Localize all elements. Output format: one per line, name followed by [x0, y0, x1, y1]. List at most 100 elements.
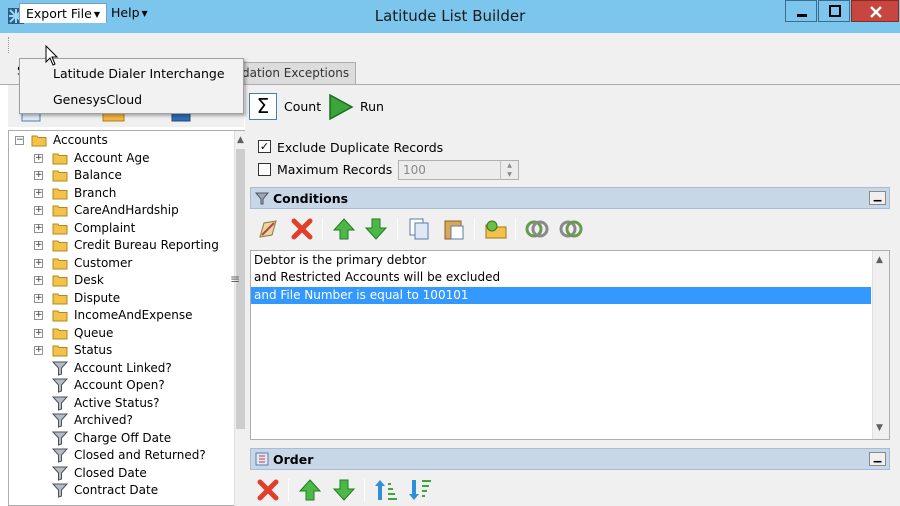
toolbar-separator: [288, 479, 289, 501]
tree-node-field[interactable]: Closed Date: [52, 465, 224, 482]
filter-icon: [255, 192, 269, 205]
tree-node-field[interactable]: Active Status?: [52, 395, 224, 412]
filter-icon: [52, 396, 68, 411]
expand-icon[interactable]: +: [34, 153, 43, 163]
move-down-icon[interactable]: [364, 217, 388, 241]
menu-export-file[interactable]: Export File ▼: [19, 3, 107, 23]
splitter-grip-icon[interactable]: ≡: [230, 272, 240, 286]
sort-descending-icon[interactable]: [408, 478, 432, 502]
condition-item-selected[interactable]: and File Number is equal to 100101: [251, 287, 871, 304]
tree-node-label: IncomeAndExpense: [74, 308, 193, 322]
and-group-icon[interactable]: [525, 217, 549, 241]
run-button[interactable]: Run: [360, 99, 384, 114]
tree-node-label: Account Age: [74, 150, 150, 165]
sort-ascending-icon[interactable]: [374, 478, 398, 502]
tree-node-folder[interactable]: + Balance: [34, 167, 224, 184]
tree-node-label: Charge Off Date: [74, 430, 172, 445]
move-up-icon[interactable]: [332, 217, 356, 241]
scroll-down-icon[interactable]: ▼: [876, 423, 883, 433]
delete-icon[interactable]: [290, 217, 314, 241]
spinner-icon[interactable]: ▲ ▼: [500, 161, 518, 179]
tree-node-field[interactable]: Account Open?: [52, 377, 224, 394]
tree-node-field[interactable]: Account Linked?: [52, 360, 224, 377]
expand-icon[interactable]: +: [34, 293, 43, 303]
tree-node-label: Branch: [74, 185, 117, 200]
tree-node-folder[interactable]: + Complaint: [34, 220, 224, 237]
condition-item[interactable]: and Restricted Accounts will be excluded: [251, 269, 871, 286]
expand-icon[interactable]: +: [34, 276, 43, 285]
order-title: Order: [273, 452, 314, 467]
menu-item-genesyscloud[interactable]: GenesysCloud: [53, 92, 142, 107]
expand-icon[interactable]: +: [34, 241, 43, 250]
condition-item[interactable]: Debtor is the primary debtor: [251, 252, 871, 269]
maximize-button[interactable]: [818, 0, 850, 22]
maximum-records-input[interactable]: 100 ▲ ▼: [398, 160, 519, 180]
tree-node-field[interactable]: Archived?: [52, 412, 224, 429]
minimize-button[interactable]: [785, 0, 817, 22]
expand-icon[interactable]: +: [34, 188, 43, 198]
maximize-icon: [829, 5, 841, 17]
tree-node-label: Archived?: [74, 413, 133, 427]
tree-node-folder[interactable]: + Desk: [34, 272, 224, 289]
expand-icon[interactable]: +: [34, 258, 43, 268]
count-button[interactable]: Count: [284, 99, 321, 114]
folder-icon: [52, 223, 68, 234]
scroll-up-icon[interactable]: ▲: [876, 255, 883, 265]
maximum-records-checkbox[interactable]: [258, 163, 271, 176]
run-play-icon[interactable]: [326, 92, 356, 122]
tree-node-root[interactable]: − Accounts: [15, 132, 225, 149]
expand-icon[interactable]: +: [34, 311, 43, 320]
expand-icon[interactable]: +: [34, 328, 43, 338]
move-down-icon[interactable]: [332, 478, 356, 502]
folder-icon: [52, 328, 68, 339]
tree-node-folder[interactable]: + Status: [34, 342, 224, 359]
tree-node-label: Dispute: [74, 290, 121, 305]
tree-node-label: Closed Date: [74, 465, 147, 480]
tab-validation-exceptions[interactable]: dation Exceptions: [236, 62, 357, 84]
edit-icon[interactable]: [256, 217, 280, 241]
delete-icon[interactable]: [256, 478, 280, 502]
tree-node-folder[interactable]: + Customer: [34, 255, 224, 272]
expand-icon[interactable]: +: [34, 171, 43, 180]
tree-node-folder[interactable]: + Branch: [34, 185, 224, 202]
tree-node-folder[interactable]: + Account Age: [34, 150, 224, 167]
tree-node-folder[interactable]: + Dispute: [34, 290, 224, 307]
tree-node-field[interactable]: Contract Date: [52, 482, 224, 499]
exclude-duplicates-checkbox[interactable]: ✓: [258, 140, 271, 153]
minimize-icon: [797, 14, 807, 17]
collapse-button[interactable]: ▁: [869, 191, 886, 205]
move-up-icon[interactable]: [298, 478, 322, 502]
caret-down-icon: ▼: [141, 9, 148, 18]
menu-help[interactable]: Help ▼: [105, 3, 154, 23]
expand-icon[interactable]: +: [34, 223, 43, 233]
tree-node-field[interactable]: Closed and Returned?: [52, 447, 224, 464]
close-button[interactable]: [851, 0, 899, 22]
collapse-icon[interactable]: −: [15, 136, 24, 145]
tree-node-folder[interactable]: + CareAndHardship: [34, 202, 224, 219]
scroll-up-icon[interactable]: ▲: [237, 135, 244, 145]
mouse-cursor-icon: [45, 45, 59, 66]
folder-icon: [52, 240, 68, 252]
tree-node-folder[interactable]: + IncomeAndExpense: [34, 307, 224, 324]
expand-icon[interactable]: +: [34, 346, 43, 355]
sigma-icon[interactable]: Σ: [249, 93, 277, 120]
paste-icon[interactable]: [442, 217, 466, 241]
conditions-header: Conditions ▁: [250, 187, 890, 209]
folder-add-icon[interactable]: [484, 217, 508, 241]
collapse-button[interactable]: ▁: [869, 452, 886, 466]
copy-icon[interactable]: [407, 217, 431, 241]
exclude-duplicates-label: Exclude Duplicate Records: [277, 140, 444, 155]
toolbar-separator: [515, 218, 516, 240]
tree-node-label: Queue: [74, 325, 114, 340]
menu-item-latitude-dialer-interchange[interactable]: Latitude Dialer Interchange: [53, 66, 225, 81]
tree-node-label: Active Status?: [74, 395, 160, 410]
expand-icon[interactable]: +: [34, 206, 43, 215]
menu-export-file-label: Export File: [26, 6, 92, 21]
tree-node-field[interactable]: Charge Off Date: [52, 430, 224, 447]
tree-node-folder[interactable]: + Credit Bureau Reporting: [34, 237, 224, 254]
conditions-scrollbar[interactable]: ▲ ▼: [872, 251, 889, 439]
or-group-icon[interactable]: [559, 217, 583, 241]
tree-node-folder[interactable]: + Queue: [34, 325, 224, 342]
folder-icon: [31, 135, 47, 147]
conditions-list[interactable]: Debtor is the primary debtor and Restric…: [250, 250, 890, 440]
